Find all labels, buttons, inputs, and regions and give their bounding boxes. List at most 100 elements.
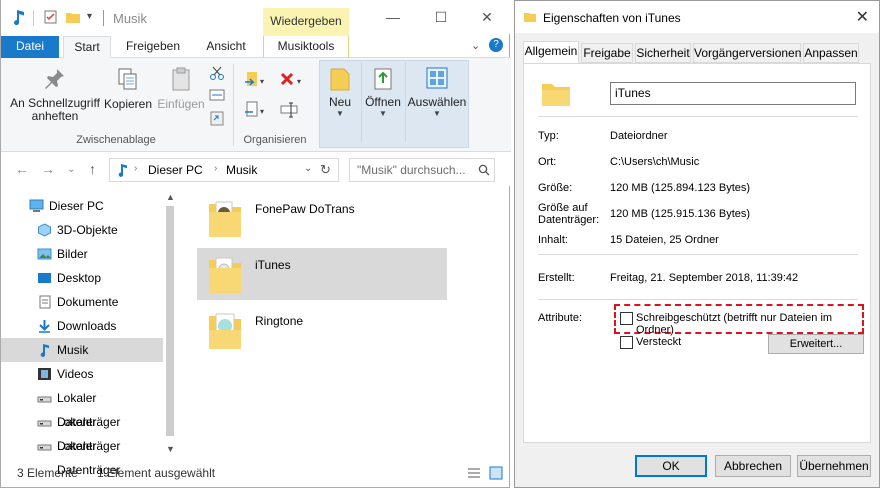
tab-ansicht[interactable]: Ansicht — [195, 36, 257, 58]
tab-freigabe[interactable]: Freigabe — [581, 43, 633, 63]
copy-to-icon[interactable]: ▾ — [243, 100, 267, 120]
tab-sicherheit[interactable]: Sicherheit — [635, 43, 691, 63]
context-tab-header: Wiedergeben — [263, 8, 349, 36]
paste-icon — [172, 67, 190, 91]
readonly-checkbox[interactable] — [620, 312, 633, 325]
attribute-label: Attribute: — [538, 312, 583, 324]
typ-value: Dateiordner — [610, 130, 668, 142]
nav-item-bilder[interactable]: Bilder — [1, 242, 163, 266]
svg-text:▾: ▾ — [260, 77, 264, 86]
readonly-label: Schreibgeschützt (betrifft nur Dateien i… — [636, 312, 833, 336]
recent-locations-icon[interactable]: ⌄ — [67, 164, 75, 175]
tab-freigeben[interactable]: Freigeben — [117, 36, 189, 58]
tab-start[interactable]: Start — [63, 36, 111, 58]
new-label: Neu — [328, 95, 351, 109]
move-to-icon[interactable]: ▾ — [243, 70, 267, 90]
quick-access-dropdown-icon[interactable]: ▾ — [87, 11, 92, 22]
videos-icon — [38, 368, 51, 380]
nav-scrollbar[interactable]: ▲ ▼ — [163, 192, 177, 460]
file-item-itunes[interactable]: iTunes — [197, 248, 447, 300]
file-list: FonePaw DoTrans iTunes Ringtone — [179, 186, 509, 462]
explorer-window: ▾ Musik Wiedergeben — ☐ ✕ Datei Start Fr… — [0, 0, 511, 488]
nav-item-drive-2[interactable]: Lokaler Datenträger — [1, 410, 163, 453]
typ-label: Typ: — [538, 130, 559, 142]
pin-label: An Schnellzugriff anheften — [10, 96, 100, 123]
svg-text:▾: ▾ — [297, 77, 301, 86]
new-folder-icon[interactable] — [65, 9, 81, 25]
file-item-fonepaw[interactable]: FonePaw DoTrans — [197, 192, 447, 244]
hidden-label: Versteckt — [636, 336, 682, 348]
inhalt-value: 15 Dateien, 25 Ordner — [610, 234, 719, 246]
maximize-button[interactable]: ☐ — [421, 4, 461, 30]
general-panel: iTunes Typ: Dateiordner Ort: C:\Users\ch… — [523, 63, 871, 443]
collapse-ribbon-icon[interactable]: ⌄ — [471, 39, 480, 52]
close-button[interactable]: ✕ — [467, 4, 507, 30]
refresh-icon[interactable]: ↻ — [320, 162, 331, 178]
svg-text:▾: ▾ — [260, 107, 264, 116]
copy-button[interactable]: Kopieren — [101, 66, 155, 111]
drive-icon — [37, 420, 52, 427]
address-bar[interactable]: › Dieser PC › Musik ⌄ ↻ — [109, 158, 339, 182]
cut-icon[interactable] — [209, 66, 225, 80]
tab-musiktools[interactable]: Musiktools — [263, 36, 349, 58]
window-title: Musik — [113, 11, 147, 26]
address-dropdown-icon[interactable]: ⌄ — [304, 163, 312, 174]
tab-anpassen[interactable]: Anpassen — [803, 43, 859, 63]
new-button[interactable]: Neu ▼ — [323, 66, 357, 118]
advanced-button[interactable]: Erweitert... — [768, 334, 864, 354]
nav-item-dieser-pc[interactable]: Dieser PC — [1, 194, 163, 218]
apply-button[interactable]: Übernehmen — [797, 455, 871, 477]
search-input[interactable]: "Musik" durchsuch... — [349, 158, 495, 182]
open-button[interactable]: Öffnen ▼ — [363, 66, 403, 118]
title-separator — [103, 10, 104, 26]
scrollbar-thumb[interactable] — [166, 206, 174, 436]
dialog-close-icon[interactable]: ✕ — [856, 7, 869, 27]
minimize-button[interactable]: — — [373, 4, 413, 30]
back-arrow-icon[interactable]: ← — [15, 161, 29, 177]
nav-item-videos[interactable]: Videos — [1, 362, 163, 386]
nav-item-downloads[interactable]: Downloads — [1, 314, 163, 338]
delete-icon[interactable]: ▾ — [279, 70, 305, 90]
nav-item-desktop[interactable]: Desktop — [1, 266, 163, 290]
tab-allgemein[interactable]: Allgemein — [523, 41, 579, 64]
nav-item-dokumente[interactable]: Dokumente — [1, 290, 163, 314]
music-note-icon — [14, 10, 24, 25]
help-icon[interactable]: ? — [489, 38, 503, 52]
copy-path-icon[interactable] — [209, 88, 225, 102]
hidden-checkbox[interactable] — [620, 336, 633, 349]
ribbon: An Schnellzugriff anheften Kopieren Einf… — [1, 58, 511, 152]
breadcrumb-musik[interactable]: Musik — [226, 163, 257, 177]
file-item-ringtone[interactable]: Ringtone — [197, 304, 447, 356]
groesse-disk-label: Größe auf Datenträger: — [538, 202, 600, 226]
tab-vorgaengerversionen[interactable]: Vorgängerversionen — [693, 43, 801, 63]
nav-item-3d-objekte[interactable]: 3D-Objekte — [1, 218, 163, 242]
folder-icon — [524, 13, 536, 22]
nav-item-drive-1[interactable]: Lokaler Datenträger — [1, 386, 163, 429]
scroll-down-icon[interactable]: ▼ — [166, 444, 175, 454]
nav-item-musik[interactable]: Musik — [1, 338, 163, 362]
paste-shortcut-icon[interactable] — [209, 110, 225, 126]
select-button[interactable]: Auswählen ▼ — [407, 66, 467, 118]
organize-group-label: Organisieren — [243, 134, 307, 146]
breadcrumb-dieser-pc[interactable]: Dieser PC — [148, 163, 203, 177]
up-arrow-icon[interactable]: ↑ — [89, 161, 96, 177]
forward-arrow-icon[interactable]: → — [41, 161, 55, 177]
pin-quick-access-button[interactable]: An Schnellzugriff anheften — [9, 66, 101, 123]
folder-name-input[interactable]: iTunes — [610, 82, 856, 105]
nav-item-drive-3[interactable]: Lokaler Datenträger — [1, 434, 163, 477]
ok-button[interactable]: OK — [635, 455, 707, 477]
properties-icon[interactable] — [43, 9, 59, 25]
paste-button[interactable]: Einfügen — [155, 66, 207, 111]
erstellt-value: Freitag, 21. September 2018, 11:39:42 — [610, 272, 799, 284]
tab-datei[interactable]: Datei — [1, 36, 59, 58]
folder-icon — [209, 257, 241, 293]
status-bar: 3 Elemente 1 Element ausgewählt — [1, 462, 511, 486]
separator — [538, 254, 858, 255]
scroll-up-icon[interactable]: ▲ — [166, 192, 175, 202]
rename-icon[interactable] — [279, 100, 303, 120]
cancel-button[interactable]: Abbrechen — [715, 455, 791, 477]
navigation-pane: Dieser PC 3D-Objekte Bilder Desktop Doku… — [1, 192, 177, 477]
tiles-view-icon[interactable] — [489, 466, 503, 480]
groesse-value: 120 MB (125.894.123 Bytes) — [610, 182, 751, 194]
details-view-icon[interactable] — [467, 466, 481, 480]
